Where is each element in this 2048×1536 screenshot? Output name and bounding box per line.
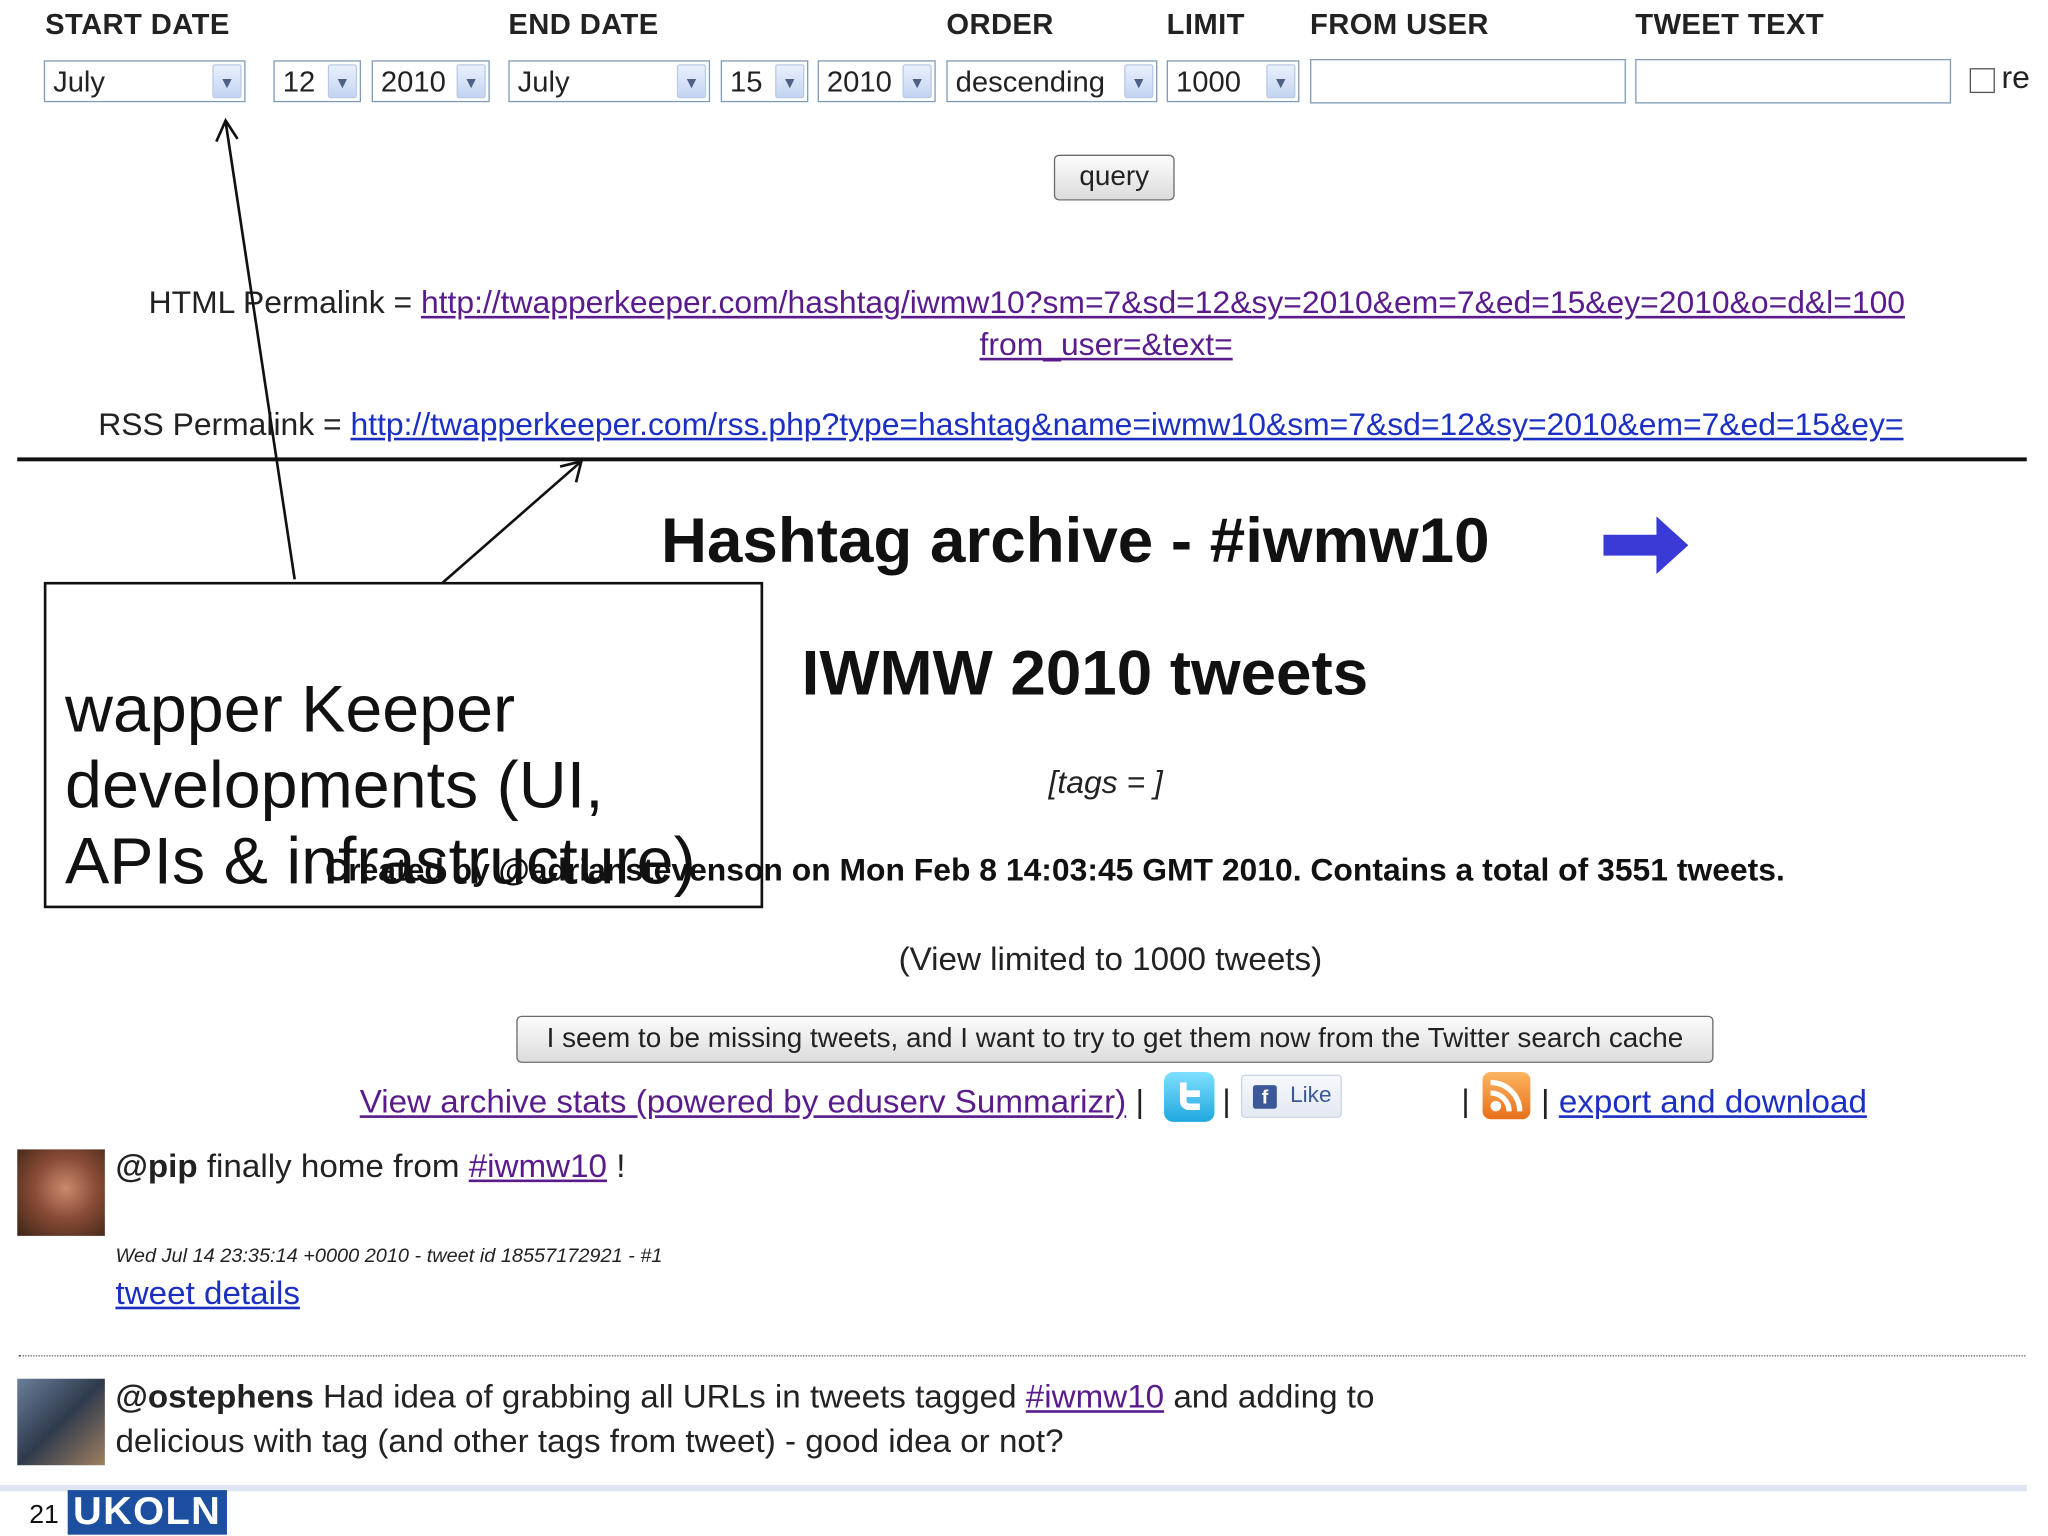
slide-number: 21 [29,1500,59,1530]
callout-text: wapper Keeper developments (UI, APIs & i… [65,672,696,898]
ukoln-logo: UKOLN [67,1490,227,1535]
callout-box: wapper Keeper developments (UI, APIs & i… [43,581,764,909]
